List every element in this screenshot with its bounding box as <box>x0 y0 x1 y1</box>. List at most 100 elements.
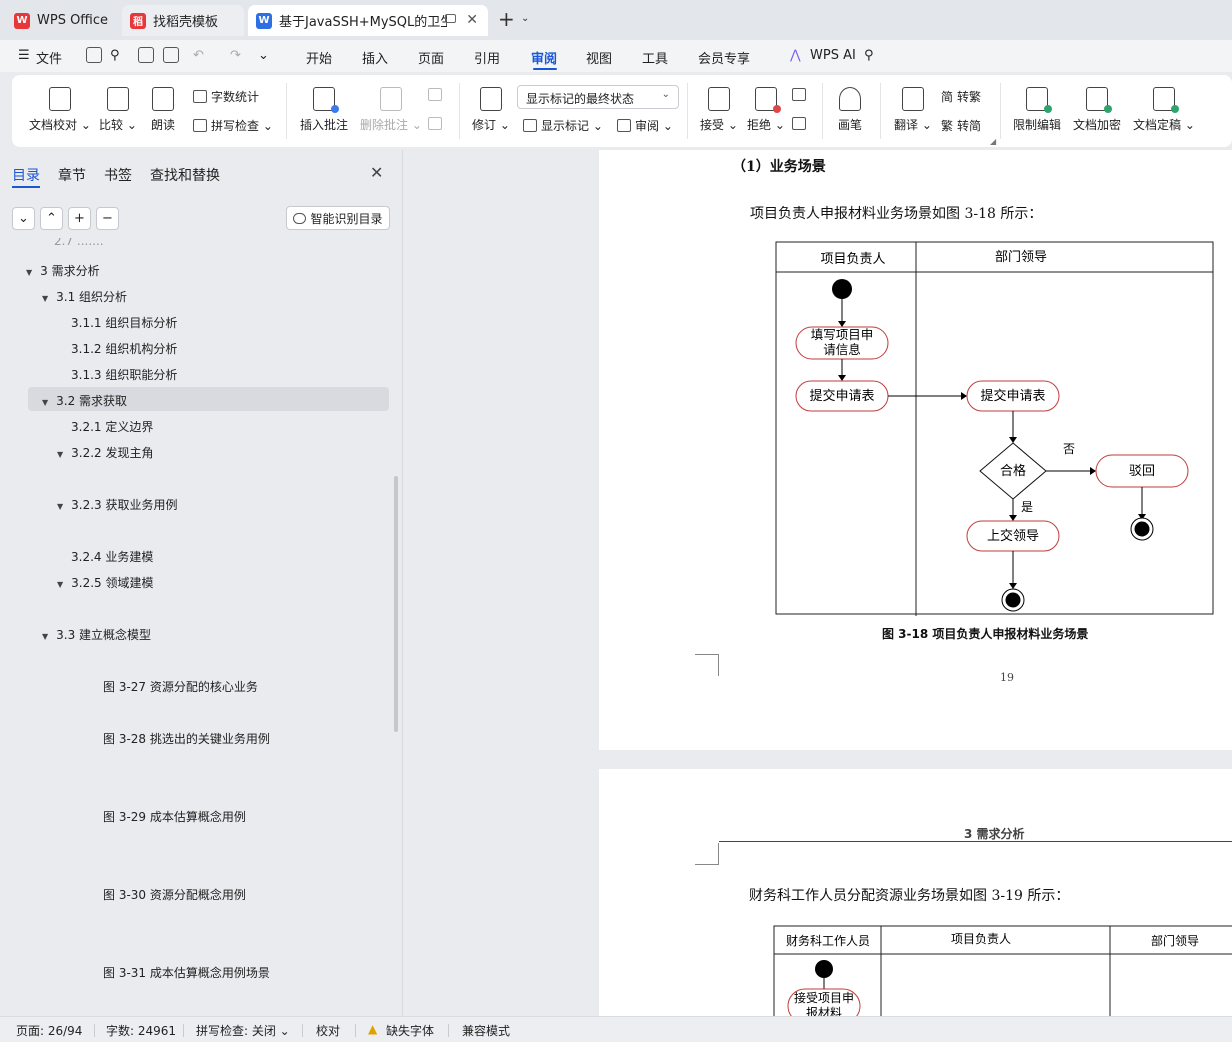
expand-triangle-icon[interactable]: ▼ <box>57 450 63 459</box>
new-tab-icon[interactable]: + <box>498 9 515 29</box>
expand-corner-icon[interactable]: ◢ <box>990 137 996 146</box>
smart-toc-button[interactable]: 智能识别目录 <box>286 206 390 230</box>
toc-item[interactable]: ▼ 3.3 建立概念模型 <box>42 626 151 643</box>
toc-item[interactable]: 图 3-28 挑选出的关键业务用例 <box>103 730 270 747</box>
tab-document[interactable]: W 基于JavaSSH+MySQL的卫生 ✕ <box>248 5 488 36</box>
tab-wps-office[interactable]: W WPS Office <box>6 5 118 36</box>
toc-item-partial[interactable]: 2.7 ....... <box>54 238 104 248</box>
missing-font-indicator[interactable]: 缺失字体 <box>386 1022 434 1039</box>
arrow-head <box>1009 515 1017 521</box>
doc-check-button[interactable]: 文档校对 ⌄ <box>29 87 91 133</box>
page-indicator[interactable]: 页面: 26/94 <box>16 1022 82 1039</box>
expand-triangle-icon[interactable]: ▼ <box>57 580 63 589</box>
menu-view[interactable]: 视图 <box>586 48 612 67</box>
toc-item[interactable]: ▼ 3.2.3 获取业务用例 <box>57 496 178 513</box>
menu-member[interactable]: 会员专享 <box>698 48 750 67</box>
expand-triangle-icon[interactable]: ▼ <box>26 268 32 277</box>
next-change-icon[interactable] <box>792 117 810 130</box>
page-number: 19 <box>1000 671 1014 684</box>
track-changes-button[interactable]: 修订 ⌄ <box>472 87 510 133</box>
finalize-button[interactable]: 文档定稿 ⌄ <box>1133 87 1195 133</box>
toc-item[interactable]: ▼ 3 需求分析 <box>26 262 100 279</box>
print-icon[interactable] <box>138 47 154 63</box>
expand-triangle-icon[interactable]: ▼ <box>42 632 48 641</box>
encrypt-button[interactable]: 文档加密 <box>1073 87 1121 133</box>
tab-toc[interactable]: 目录 <box>12 165 40 185</box>
add-heading-button[interactable]: + <box>68 207 91 230</box>
remove-heading-button[interactable]: − <box>96 207 119 230</box>
share-icon[interactable]: ⚲ <box>110 48 120 63</box>
to-traditional-button[interactable]: 简 转繁 <box>941 88 981 105</box>
toc-item[interactable]: 图 3-27 资源分配的核心业务 <box>103 678 258 695</box>
restrict-edit-button[interactable]: 限制编辑 <box>1013 87 1061 133</box>
toc-item[interactable]: 3.1.1 组织目标分析 <box>71 314 177 331</box>
toc-item[interactable]: ▼ 3.1 组织分析 <box>42 288 127 305</box>
toc-item[interactable]: 图 3-31 成本估算概念用例场景 <box>103 964 270 981</box>
menu-insert[interactable]: 插入 <box>362 48 388 67</box>
insert-comment-button[interactable]: 插入批注 <box>300 87 348 133</box>
compare-button[interactable]: 比较 ⌄ <box>99 87 137 133</box>
toc-item[interactable]: 3.2.1 定义边界 <box>71 418 153 435</box>
menu-review[interactable]: 审阅 <box>531 48 557 67</box>
pen-button[interactable]: 画笔 <box>838 87 862 133</box>
search-icon[interactable]: ⚲ <box>864 48 874 63</box>
reject-button[interactable]: 拒绝 ⌄ <box>747 87 785 133</box>
show-markup-button[interactable]: 显示标记 ⌄ <box>523 117 603 134</box>
hamburger-icon[interactable]: ☰ <box>18 48 30 63</box>
spell-check-toggle[interactable]: 拼写检查: 关闭 ⌄ <box>196 1022 290 1039</box>
menu-home[interactable]: 开始 <box>306 48 332 67</box>
tab-templates[interactable]: 稻 找稻壳模板 <box>122 5 244 36</box>
undo-icon[interactable]: ↶ <box>193 48 204 63</box>
figure-caption: 图 3-18 项目负责人申报材料业务场景 <box>882 627 1089 641</box>
menu-layout[interactable]: 页面 <box>418 48 444 67</box>
screen-icon[interactable] <box>445 14 456 23</box>
menu-wps-ai[interactable]: WPS AI <box>810 48 856 63</box>
print-preview-icon[interactable] <box>163 47 179 63</box>
collapse-all-button[interactable]: ⌃ <box>40 207 63 230</box>
tab-find-replace[interactable]: 查找和替换 <box>150 165 220 185</box>
menu-file[interactable]: 文件 <box>36 48 62 67</box>
show-markup-label: 显示标记 <box>541 119 590 133</box>
expand-all-button[interactable]: ⌄ <box>12 207 35 230</box>
accept-button[interactable]: 接受 ⌄ <box>700 87 738 133</box>
toc-item[interactable]: 图 3-30 资源分配概念用例 <box>103 886 246 903</box>
wps-ai-icon[interactable]: ⋀ <box>790 48 801 63</box>
toc-item[interactable]: 3.1.3 组织职能分析 <box>71 366 177 383</box>
menu-tools[interactable]: 工具 <box>642 48 668 67</box>
word-count-indicator[interactable]: 字数: 24961 <box>106 1022 176 1039</box>
translate-button[interactable]: 翻译 ⌄ <box>894 87 932 133</box>
prev-comment-icon[interactable] <box>428 88 446 101</box>
delete-comment-button[interactable]: 删除批注 ⌄ <box>360 87 422 133</box>
close-icon[interactable]: ✕ <box>370 163 383 182</box>
prev-change-icon[interactable] <box>792 88 810 101</box>
compat-mode-indicator[interactable]: 兼容模式 <box>462 1022 510 1039</box>
proof-indicator[interactable]: 校对 <box>316 1022 340 1039</box>
review-pane-button[interactable]: 审阅 ⌄ <box>617 117 673 134</box>
toc-item[interactable]: 3.2.4 业务建模 <box>71 548 153 565</box>
chevron-down-icon[interactable]: ⌄ <box>521 13 529 24</box>
expand-triangle-icon[interactable]: ▼ <box>42 294 48 303</box>
chevron-down-icon[interactable]: ⌄ <box>258 48 269 63</box>
to-simplified-button[interactable]: 繁 转简 <box>941 117 981 134</box>
toc-item-selected[interactable]: ▼ 3.2 需求获取 <box>42 392 127 409</box>
toc-item[interactable]: 图 3-29 成本估算概念用例 <box>103 808 246 825</box>
toc-scrollbar[interactable] <box>394 476 398 732</box>
save-icon[interactable] <box>86 47 102 63</box>
toc-item[interactable]: ▼ 3.2.2 发现主角 <box>57 444 154 461</box>
toc-item[interactable]: ▼ 3.2.5 领域建模 <box>57 574 154 591</box>
tab-sections[interactable]: 章节 <box>58 165 86 185</box>
word-count-button[interactable]: 字数统计 <box>193 88 259 105</box>
toc-item[interactable]: 3.1.2 组织机构分析 <box>71 340 177 357</box>
crop-mark <box>695 654 719 676</box>
status-divider <box>302 1024 303 1037</box>
close-icon[interactable]: ✕ <box>466 12 478 28</box>
expand-triangle-icon[interactable]: ▼ <box>42 398 48 407</box>
markup-state-select[interactable]: 显示标记的最终状态 ⌄ <box>517 85 679 109</box>
read-aloud-button[interactable]: 朗读 <box>151 87 175 133</box>
redo-icon[interactable]: ↷ <box>230 48 241 63</box>
spell-check-button[interactable]: 拼写检查 ⌄ <box>193 117 273 134</box>
expand-triangle-icon[interactable]: ▼ <box>57 502 63 511</box>
menu-references[interactable]: 引用 <box>474 48 500 67</box>
next-comment-icon[interactable] <box>428 117 446 130</box>
tab-bookmarks[interactable]: 书签 <box>104 165 132 185</box>
